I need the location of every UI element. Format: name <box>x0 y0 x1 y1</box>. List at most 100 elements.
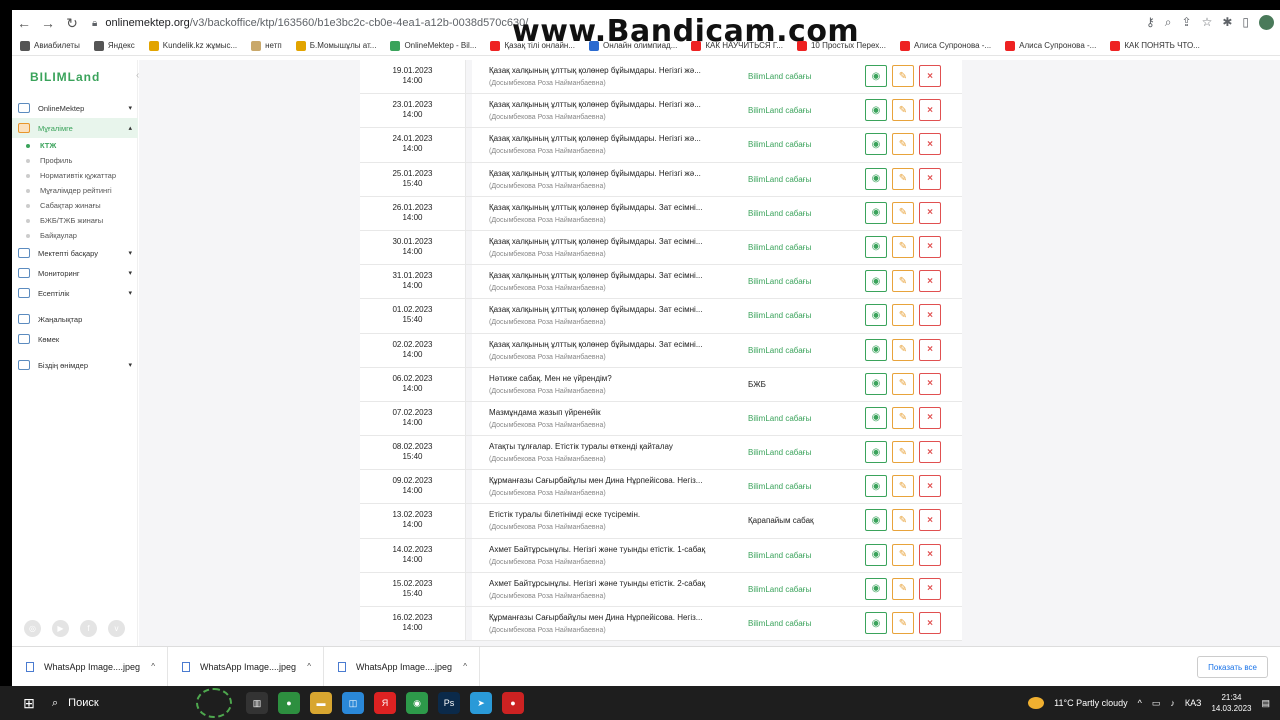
photoshop-icon[interactable]: Ps <box>438 692 460 714</box>
delete-button[interactable]: × <box>919 577 941 600</box>
bookmark-item[interactable]: Онлайн олимпиад... <box>589 40 677 51</box>
edit-button[interactable]: ✎ <box>892 304 914 327</box>
delete-button[interactable]: × <box>919 235 941 258</box>
sidebar-subitem[interactable]: Байқаулар <box>12 228 138 243</box>
download-item[interactable]: WhatsApp Image....jpeg ^ <box>324 646 480 686</box>
sidebar-subitem[interactable]: Мұғалімдер рейтингі <box>12 183 138 198</box>
delete-button[interactable]: × <box>919 99 941 122</box>
file-explorer-icon[interactable]: ▬ <box>310 692 332 714</box>
bandicam-icon[interactable]: ● <box>502 692 524 714</box>
facebook-icon[interactable]: f <box>80 620 97 637</box>
edit-button[interactable]: ✎ <box>892 372 914 395</box>
edit-button[interactable]: ✎ <box>892 509 914 532</box>
sidebar-subitem[interactable]: Профиль <box>12 153 138 168</box>
lesson-title[interactable]: Қазақ халқының ұлттық қолөнер бұйымдары.… <box>489 134 719 143</box>
app-green-icon[interactable]: ◉ <box>406 692 428 714</box>
edit-button[interactable]: ✎ <box>892 99 914 122</box>
tray-display-icon[interactable]: ▭ <box>1152 698 1161 709</box>
delete-button[interactable]: × <box>919 612 941 634</box>
view-button[interactable]: ◉ <box>865 270 887 293</box>
edit-button[interactable]: ✎ <box>892 133 914 156</box>
lesson-title[interactable]: Мазмұндама жазып үйренейік <box>489 408 719 417</box>
taskbar-search[interactable]: ⌕ Поиск <box>48 691 188 715</box>
share-icon[interactable]: ⇪ <box>1182 15 1192 30</box>
forward-icon[interactable]: → <box>36 15 60 31</box>
weather-text[interactable]: 11°C Partly cloudy <box>1054 698 1127 708</box>
lesson-title[interactable]: Атақты тұлғалар. Етістік туралы өткенді … <box>489 442 719 451</box>
edit-button[interactable]: ✎ <box>892 543 914 566</box>
view-button[interactable]: ◉ <box>865 441 887 464</box>
key-icon[interactable]: ⚷ <box>1146 15 1155 30</box>
telegram-icon[interactable]: ➤ <box>470 692 492 714</box>
delete-button[interactable]: × <box>919 338 941 361</box>
show-all-downloads-button[interactable]: Показать все <box>1197 656 1268 678</box>
notifications-icon[interactable]: ▤ <box>1261 698 1270 709</box>
star-icon[interactable]: ☆ <box>1202 15 1213 30</box>
delete-button[interactable]: × <box>919 201 941 224</box>
task-view-icon[interactable]: ▥ <box>246 692 268 714</box>
sidebar-item[interactable]: Есептілік ▾ <box>12 283 138 303</box>
windows-start-icon[interactable]: ⊞ <box>14 686 44 720</box>
edit-button[interactable]: ✎ <box>892 441 914 464</box>
view-button[interactable]: ◉ <box>865 338 887 361</box>
view-button[interactable]: ◉ <box>865 167 887 190</box>
delete-button[interactable]: × <box>919 65 941 87</box>
view-button[interactable]: ◉ <box>865 201 887 224</box>
delete-button[interactable]: × <box>919 543 941 566</box>
sidebar-item[interactable]: Мектепті басқару ▾ <box>12 243 138 263</box>
edit-button[interactable]: ✎ <box>892 475 914 498</box>
reload-icon[interactable]: ↻ <box>60 15 84 32</box>
sidebar-item[interactable]: Біздің өнімдер ▾ <box>12 355 138 375</box>
sidepanel-icon[interactable]: ▯ <box>1242 15 1249 30</box>
bookmark-item[interactable]: Яндекс <box>93 40 135 51</box>
chevron-up-icon[interactable]: ^ <box>307 662 311 671</box>
sidebar-item[interactable]: Көмек <box>12 329 138 349</box>
view-button[interactable]: ◉ <box>865 406 887 429</box>
clock[interactable]: 21:34 14.03.2023 <box>1211 692 1251 714</box>
edit-button[interactable]: ✎ <box>892 65 914 87</box>
sidebar-subitem[interactable]: БЖБ/ТЖБ жинағы <box>12 213 138 228</box>
chevron-up-icon[interactable]: ^ <box>151 662 155 671</box>
sidebar-item[interactable]: OnlineMektep ▾ <box>12 98 138 118</box>
zoom-icon[interactable]: ⌕ <box>1165 15 1172 30</box>
view-button[interactable]: ◉ <box>865 65 887 87</box>
tray-chevron-icon[interactable]: ^ <box>1138 698 1142 708</box>
delete-button[interactable]: × <box>919 133 941 156</box>
lesson-title[interactable]: Ахмет Байтұрсынұлы. Негізгі және туынды … <box>489 579 719 588</box>
delete-button[interactable]: × <box>919 509 941 532</box>
extensions-icon[interactable]: ✱ <box>1222 15 1232 30</box>
bookmark-item[interactable]: Алиса Супронова -... <box>899 40 991 51</box>
lesson-title[interactable]: Нәтиже сабақ. Мен не үйрендім? <box>489 374 719 383</box>
sidebar-subitem[interactable]: Сабақтар жинағы <box>12 198 138 213</box>
lesson-title[interactable]: Қазақ халқының ұлттық қолөнер бұйымдары.… <box>489 271 719 280</box>
view-button[interactable]: ◉ <box>865 577 887 600</box>
bookmark-item[interactable]: нетп <box>251 40 282 51</box>
bookmark-item[interactable]: Kundelik.kz жұмыс... <box>148 40 237 51</box>
lesson-title[interactable]: Қазақ халқының ұлттық қолөнер бұйымдары.… <box>489 237 719 246</box>
chevron-up-icon[interactable]: ^ <box>463 662 467 671</box>
bookmark-item[interactable]: Авиабилеты <box>20 40 80 51</box>
chrome-icon[interactable]: ● <box>278 692 300 714</box>
bookmark-item[interactable]: OnlineMektep - Bil... <box>390 40 476 51</box>
lesson-title[interactable]: Қазақ халқының ұлттық қолөнер бұйымдары.… <box>489 203 719 212</box>
view-button[interactable]: ◉ <box>865 99 887 122</box>
bookmark-item[interactable]: КАК НАУЧИТЬСЯ Г... <box>691 40 783 51</box>
url-field[interactable]: 🔒︎ onlinemektep.org/v3/backoffice/ktp/16… <box>92 17 528 29</box>
lesson-title[interactable]: Қазақ халқының ұлттық қолөнер бұйымдары.… <box>489 66 719 75</box>
lesson-title[interactable]: Қазақ халқының ұлттық қолөнер бұйымдары.… <box>489 305 719 314</box>
delete-button[interactable]: × <box>919 304 941 327</box>
sidebar-item[interactable]: Мұғалімге ▴ <box>12 118 138 138</box>
view-button[interactable]: ◉ <box>865 612 887 634</box>
delete-button[interactable]: × <box>919 475 941 498</box>
language-indicator[interactable]: КАЗ <box>1185 698 1202 708</box>
yandex-icon[interactable]: Я <box>374 692 396 714</box>
youtube-icon[interactable]: ▶ <box>52 620 69 637</box>
delete-button[interactable]: × <box>919 372 941 395</box>
edit-button[interactable]: ✎ <box>892 270 914 293</box>
view-button[interactable]: ◉ <box>865 475 887 498</box>
view-button[interactable]: ◉ <box>865 543 887 566</box>
edit-button[interactable]: ✎ <box>892 235 914 258</box>
weather-icon[interactable] <box>1028 697 1045 709</box>
edit-button[interactable]: ✎ <box>892 577 914 600</box>
edit-button[interactable]: ✎ <box>892 612 914 634</box>
